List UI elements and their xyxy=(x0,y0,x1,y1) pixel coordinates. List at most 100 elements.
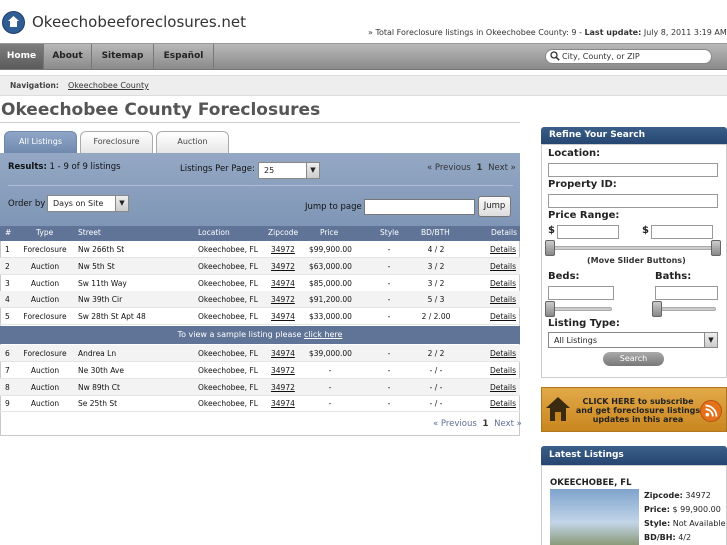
price-slider-max-handle[interactable] xyxy=(711,240,721,256)
row-price: - xyxy=(328,399,332,408)
details-link[interactable]: Details xyxy=(490,308,516,325)
min-price-input[interactable] xyxy=(557,225,619,239)
jump-button[interactable]: Jump xyxy=(478,196,511,217)
search-input[interactable]: City, County, or ZIP xyxy=(545,49,712,64)
title-divider xyxy=(0,122,520,123)
refine-title: Refine Your Search xyxy=(541,127,727,144)
jump-page-input[interactable] xyxy=(364,199,475,215)
row-location: Okeechobee, FL xyxy=(198,245,258,254)
row-bdbth: - / - xyxy=(429,366,443,375)
row-location: Okeechobee, FL xyxy=(198,366,258,375)
beds-input[interactable] xyxy=(548,286,614,300)
row-style: - xyxy=(387,366,391,375)
row-street: Ne 30th Ave xyxy=(78,366,124,375)
nav-espanol[interactable]: Español xyxy=(154,44,214,69)
nav-about[interactable]: About xyxy=(44,44,92,69)
row-num: 7 xyxy=(5,366,10,375)
details-link[interactable]: Details xyxy=(490,258,516,275)
nav-sitemap[interactable]: Sitemap xyxy=(92,44,154,69)
row-type: Auction xyxy=(30,295,60,304)
tab-all-listings[interactable]: All Listings xyxy=(4,131,77,153)
details-link[interactable]: Details xyxy=(490,241,516,258)
row-bdbth: 2 / 2.00 xyxy=(421,312,451,321)
jump-label: Jump to page xyxy=(305,202,362,212)
row-zipcode[interactable]: 34972 xyxy=(271,258,295,275)
details-link[interactable]: Details xyxy=(490,345,516,362)
rss-icon[interactable] xyxy=(700,400,722,422)
row-zipcode[interactable]: 34974 xyxy=(271,345,295,362)
row-style: - xyxy=(387,245,391,254)
details-link[interactable]: Details xyxy=(490,275,516,292)
beds-slider-handle[interactable] xyxy=(545,301,555,317)
listing-count-text: » Total Foreclosure listings in Okeechob… xyxy=(368,28,585,37)
baths-input[interactable] xyxy=(655,286,718,300)
col-type: Type xyxy=(36,228,54,237)
next-page-link[interactable]: Next » xyxy=(488,163,516,173)
row-location: Okeechobee, FL xyxy=(198,399,258,408)
order-by-value: Days on Site xyxy=(53,199,104,208)
row-style: - xyxy=(387,295,391,304)
site-title[interactable]: Okeechobeeforeclosures.net xyxy=(32,13,246,31)
price-range-label: Price Range: xyxy=(548,210,620,221)
latest-city[interactable]: OKEECHOBEE, FL xyxy=(550,478,632,488)
breadcrumb: Navigation: Okeechobee County xyxy=(0,75,727,96)
row-type: Auction xyxy=(30,399,60,408)
col-zipcode: Zipcode xyxy=(268,228,299,237)
last-update-value: July 8, 2011 3:19 AM EST xyxy=(643,28,727,37)
price-slider-min-handle[interactable] xyxy=(545,240,555,256)
row-bdbth: 4 / 2 xyxy=(427,245,445,254)
breadcrumb-link[interactable]: Okeechobee County xyxy=(68,81,149,90)
nav-home[interactable]: Home xyxy=(0,44,44,69)
details-link[interactable]: Details xyxy=(490,362,516,379)
listing-photo[interactable] xyxy=(550,489,639,545)
row-price: - xyxy=(328,383,332,392)
row-bdbth: 5 / 3 xyxy=(427,295,445,304)
row-num: 3 xyxy=(5,279,10,288)
row-street: Nw 5th St xyxy=(78,262,115,271)
row-num: 1 xyxy=(5,245,10,254)
row-style: - xyxy=(387,262,391,271)
row-zipcode[interactable]: 34974 xyxy=(271,275,295,292)
row-zipcode[interactable]: 34972 xyxy=(271,362,295,379)
table-row: 1 Foreclosure Nw 266th St Okeechobee, FL 349… xyxy=(0,241,520,258)
per-page-label: Listings Per Page: xyxy=(180,164,255,174)
location-label: Location: xyxy=(548,148,601,159)
tab-foreclosure[interactable]: Foreclosure xyxy=(80,131,153,153)
details-link[interactable]: Details xyxy=(490,379,516,396)
listing-summary: » Total Foreclosure listings in Okeechob… xyxy=(368,28,727,37)
details-link[interactable]: Details xyxy=(490,395,516,412)
max-price-input[interactable] xyxy=(651,225,713,239)
chevron-down-icon: ▼ xyxy=(115,196,128,211)
row-zipcode[interactable]: 34972 xyxy=(271,291,295,308)
col-street: Street xyxy=(78,228,101,237)
sample-link[interactable]: click here xyxy=(304,330,342,339)
next-page-link[interactable]: Next » xyxy=(494,419,522,429)
table-row: 2 Auction Nw 5th St Okeechobee, FL 34972 $63,… xyxy=(0,258,520,275)
row-location: Okeechobee, FL xyxy=(198,349,258,358)
details-link[interactable]: Details xyxy=(490,291,516,308)
listing-type-select[interactable]: All Listings ▼ xyxy=(548,332,718,348)
row-zipcode[interactable]: 34972 xyxy=(271,379,295,396)
row-zipcode[interactable]: 34972 xyxy=(271,241,295,258)
row-location: Okeechobee, FL xyxy=(198,295,258,304)
order-by-select[interactable]: Days on Site ▼ xyxy=(47,195,129,212)
tab-auction[interactable]: Auction xyxy=(156,131,229,153)
property-id-input[interactable] xyxy=(548,194,718,208)
pager-top: « Previous 1 Next » xyxy=(427,163,516,173)
beds-label: Beds: xyxy=(548,271,580,282)
per-page-select[interactable]: 25 ▼ xyxy=(258,162,320,179)
refine-search-button[interactable]: Search xyxy=(603,352,664,366)
baths-slider-handle[interactable] xyxy=(652,301,662,317)
prev-page-link[interactable]: « Previous xyxy=(427,163,471,173)
prev-page-link[interactable]: « Previous xyxy=(433,419,477,429)
row-zipcode[interactable]: 34974 xyxy=(271,308,295,325)
row-type: Foreclosure xyxy=(23,349,67,358)
subscribe-text[interactable]: CLICK HERE to subscribe and get foreclos… xyxy=(573,397,703,424)
table-row: 3 Auction Sw 11th Way Okeechobee, FL 34974 $8… xyxy=(0,275,520,292)
row-location: Okeechobee, FL xyxy=(198,279,258,288)
baths-label: Baths: xyxy=(655,271,692,282)
row-price: $39,000.00 xyxy=(309,349,352,358)
row-price: $63,000.00 xyxy=(309,262,352,271)
row-zipcode[interactable]: 34974 xyxy=(271,395,295,412)
location-input[interactable] xyxy=(548,163,718,177)
